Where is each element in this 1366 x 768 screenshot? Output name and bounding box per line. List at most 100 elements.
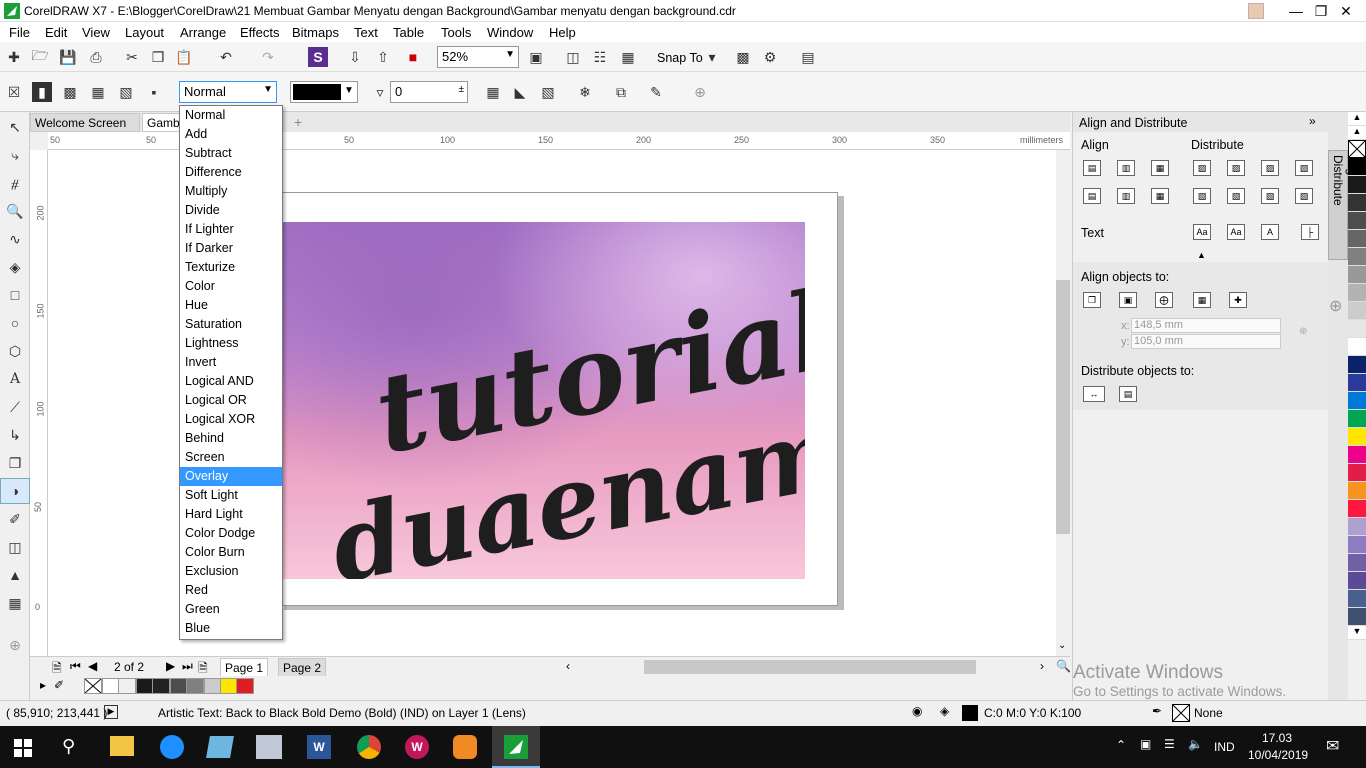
- palette-down-icon[interactable]: ▼: [1348, 626, 1366, 640]
- merge-option[interactable]: Green: [180, 600, 282, 619]
- cut-icon[interactable]: ✂: [122, 47, 142, 67]
- no-color-swatch[interactable]: [1348, 140, 1366, 158]
- notification-icon[interactable]: ✉: [1326, 736, 1339, 756]
- vector-pattern-transparency-icon[interactable]: ▦: [88, 82, 108, 102]
- menu-effects[interactable]: Effects: [240, 25, 280, 40]
- target-icon[interactable]: ⊕: [1299, 326, 1307, 337]
- x-input[interactable]: 148,5 mm: [1131, 318, 1281, 333]
- smart-fill-icon[interactable]: ▲: [0, 562, 30, 588]
- eyedropper-icon[interactable]: ✐: [54, 678, 64, 692]
- distribute-vspacing-icon[interactable]: ▧: [1261, 188, 1279, 204]
- palette-swatch[interactable]: [1348, 230, 1366, 248]
- align-bottom-icon[interactable]: ▦: [1151, 188, 1169, 204]
- previous-page-icon[interactable]: ◀: [88, 659, 97, 673]
- merge-option[interactable]: Logical AND: [180, 372, 282, 391]
- remote-desktop-icon[interactable]: [256, 735, 282, 759]
- menu-text[interactable]: Text: [354, 25, 378, 40]
- distribute-top-icon[interactable]: ▧: [1193, 188, 1211, 204]
- copy-icon[interactable]: ❐: [148, 47, 168, 67]
- merge-option[interactable]: Lightness: [180, 334, 282, 353]
- distribute-middle-icon[interactable]: ▧: [1227, 188, 1245, 204]
- uniform-transparency-icon[interactable]: ▮: [32, 82, 52, 102]
- y-input[interactable]: 105,0 mm: [1131, 334, 1281, 349]
- zoom-tool-icon[interactable]: 🔍: [0, 198, 30, 224]
- polygon-tool-icon[interactable]: ⬡: [0, 338, 30, 364]
- specified-point-icon[interactable]: ✚: [1229, 292, 1247, 308]
- merge-option[interactable]: Texturize: [180, 258, 282, 277]
- open-folder-icon[interactable]: 🗁: [30, 47, 50, 67]
- merge-option[interactable]: Exclusion: [180, 562, 282, 581]
- volume-icon[interactable]: 🔈: [1188, 737, 1203, 751]
- extent-of-selection-icon[interactable]: ↔: [1083, 386, 1105, 402]
- color-proof-icon[interactable]: ◉: [912, 704, 922, 718]
- paste-icon[interactable]: 📋: [174, 47, 194, 67]
- collapse-icon[interactable]: ▲: [1197, 250, 1206, 260]
- pick-tool-icon[interactable]: ↖: [0, 114, 30, 140]
- vertical-scrollbar[interactable]: ⌄: [1056, 150, 1070, 656]
- palette-swatch[interactable]: [1348, 176, 1366, 194]
- palette-swatch[interactable]: [1348, 500, 1366, 518]
- show-grid-icon[interactable]: ▦: [618, 47, 638, 67]
- palette-swatch[interactable]: [1348, 554, 1366, 572]
- palette-swatch[interactable]: [1348, 410, 1366, 428]
- palette-swatch[interactable]: [1348, 446, 1366, 464]
- connector-tool-icon[interactable]: ↳: [0, 422, 30, 448]
- menu-window[interactable]: Window: [487, 25, 533, 40]
- merge-option[interactable]: Soft Light: [180, 486, 282, 505]
- snap-dropdown-icon[interactable]: ▾: [702, 47, 722, 67]
- no-color-swatch[interactable]: [84, 678, 102, 694]
- palette-swatch[interactable]: [1348, 284, 1366, 302]
- fountain-transparency-icon[interactable]: ▩: [60, 82, 80, 102]
- artwork-image[interactable]: tutorial duaenam: [283, 222, 805, 579]
- merge-option[interactable]: Red: [180, 581, 282, 600]
- menu-view[interactable]: View: [82, 25, 110, 40]
- merge-option[interactable]: Logical XOR: [180, 410, 282, 429]
- page-edge-icon[interactable]: ▣: [1119, 292, 1137, 308]
- docker-vertical-tab[interactable]: Align and Distribute: [1328, 150, 1359, 260]
- uc-browser-icon[interactable]: [453, 735, 477, 759]
- windows-start-icon[interactable]: [14, 739, 32, 757]
- search-icon[interactable]: ⚲: [62, 736, 75, 757]
- crop-tool-icon[interactable]: ⧣: [0, 170, 30, 196]
- new-tab-icon[interactable]: +: [294, 114, 302, 130]
- color-eyedropper-tool-icon[interactable]: ✐: [0, 506, 30, 532]
- fill-transparency-icon[interactable]: ▦: [483, 82, 503, 102]
- grid-icon[interactable]: ▦: [1193, 292, 1211, 308]
- smart-fill-tool-icon[interactable]: ◈: [0, 254, 30, 280]
- print-icon[interactable]: ⎙: [86, 47, 106, 67]
- user-account-icon[interactable]: [1248, 3, 1264, 19]
- add-docker-icon[interactable]: ⊕: [1329, 296, 1342, 316]
- palette-swatch[interactable]: [1348, 608, 1366, 626]
- merge-option[interactable]: Multiply: [180, 182, 282, 201]
- palette-swatch[interactable]: [1348, 194, 1366, 212]
- merge-option[interactable]: Color Dodge: [180, 524, 282, 543]
- distribute-left-icon[interactable]: ▨: [1193, 160, 1211, 176]
- action-icon[interactable]: ▣: [1140, 737, 1151, 751]
- full-screen-icon[interactable]: ◫: [563, 47, 583, 67]
- palette-swatch[interactable]: [1348, 356, 1366, 374]
- navigator-zoom-icon[interactable]: 🔍: [1056, 659, 1071, 673]
- menu-tools[interactable]: Tools: [441, 25, 471, 40]
- sync-app-icon[interactable]: [160, 735, 184, 759]
- extent-of-page-icon[interactable]: ▤: [1119, 386, 1137, 402]
- new-document-icon[interactable]: ✚: [4, 47, 24, 67]
- merge-option[interactable]: Color: [180, 277, 282, 296]
- palette-swatch[interactable]: [1348, 392, 1366, 410]
- align-top-icon[interactable]: ▤: [1083, 188, 1101, 204]
- texture-transparency-icon[interactable]: ▪: [144, 82, 164, 102]
- palette-swatch[interactable]: [1348, 338, 1366, 356]
- merge-option[interactable]: Color Burn: [180, 543, 282, 562]
- merge-option-selected[interactable]: Overlay: [180, 467, 282, 486]
- drop-shadow-tool-icon[interactable]: ❐: [0, 450, 30, 476]
- no-transparency-icon[interactable]: ☒: [4, 82, 24, 102]
- export-icon[interactable]: ⇧: [373, 47, 393, 67]
- distribute-spacing-icon[interactable]: ▨: [1261, 160, 1279, 176]
- interactive-fill-tool-icon[interactable]: ◫: [0, 534, 30, 560]
- merge-option[interactable]: Hue: [180, 296, 282, 315]
- text-last-baseline-icon[interactable]: Aa: [1227, 224, 1245, 240]
- network-icon[interactable]: ☰: [1164, 737, 1175, 751]
- merge-option[interactable]: Difference: [180, 163, 282, 182]
- merge-option[interactable]: Screen: [180, 448, 282, 467]
- clock-date[interactable]: 10/04/2019: [1248, 748, 1308, 762]
- mesh-fill-tool-icon[interactable]: ▦: [0, 590, 30, 616]
